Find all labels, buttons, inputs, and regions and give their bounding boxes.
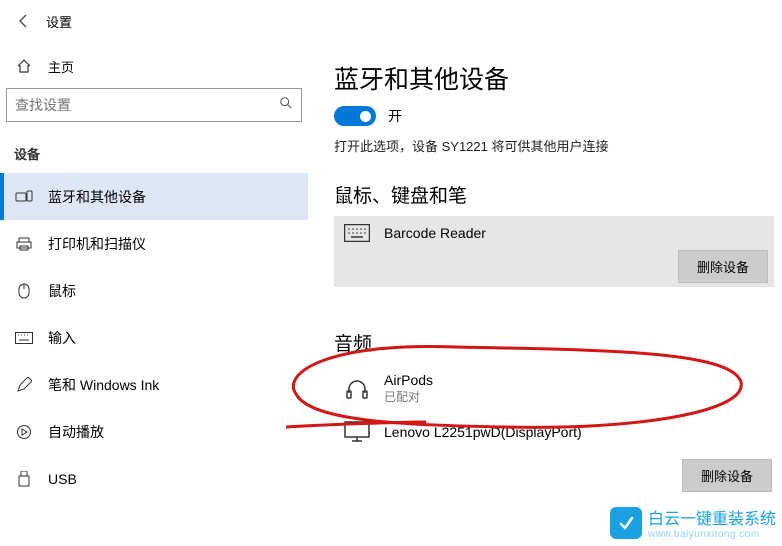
- sidebar-item-label: 输入: [48, 328, 76, 348]
- sidebar-item-label: 鼠标: [48, 281, 76, 301]
- bluetooth-desc: 打开此选项，设备 SY1221 将可供其他用户连接: [334, 136, 774, 155]
- main-content: 蓝牙和其他设备 开 打开此选项，设备 SY1221 将可供其他用户连接 鼠标、键…: [308, 42, 782, 546]
- sidebar-item-mouse[interactable]: 鼠标: [0, 267, 308, 314]
- page-title: 蓝牙和其他设备: [334, 60, 774, 96]
- sidebar-item-pen[interactable]: 笔和 Windows Ink: [0, 361, 308, 408]
- category-mouse-keyboard: 鼠标、键盘和笔: [334, 181, 774, 208]
- watermark: 白云一键重装系统 www.baiyunxitong.com: [610, 505, 776, 540]
- sidebar-item-usb[interactable]: USB: [0, 455, 308, 502]
- remove-device-button[interactable]: 删除设备: [678, 250, 768, 283]
- autoplay-icon: [14, 424, 34, 440]
- back-button[interactable]: [6, 3, 42, 39]
- sidebar-item-label: USB: [48, 471, 77, 487]
- device-item-monitor[interactable]: Lenovo L2251pwD(DisplayPort): [334, 413, 774, 451]
- sidebar-item-bluetooth[interactable]: 蓝牙和其他设备: [0, 173, 308, 220]
- category-audio: 音频: [334, 329, 774, 356]
- headphones-icon: [340, 377, 374, 401]
- sidebar-item-label: 蓝牙和其他设备: [48, 187, 146, 207]
- pen-icon: [14, 377, 34, 393]
- sidebar-home-label: 主页: [48, 57, 74, 76]
- sidebar-item-printers[interactable]: 打印机和扫描仪: [0, 220, 308, 267]
- device-item-airpods[interactable]: AirPods 已配对: [334, 364, 774, 413]
- search-input[interactable]: [15, 97, 279, 113]
- printer-icon: [14, 236, 34, 252]
- device-item-barcode[interactable]: Barcode Reader 删除设备: [334, 216, 774, 287]
- mouse-icon: [14, 283, 34, 299]
- device-name: Lenovo L2251pwD(DisplayPort): [384, 424, 582, 440]
- devices-icon: [14, 188, 34, 206]
- watermark-title: 白云一键重装系统: [648, 511, 776, 528]
- watermark-url: www.baiyunxitong.com: [648, 529, 776, 540]
- window-header: 设置: [0, 0, 782, 42]
- watermark-badge-icon: [610, 507, 642, 539]
- sidebar-section-label: 设备: [0, 132, 308, 173]
- sidebar-item-label: 自动播放: [48, 422, 104, 442]
- sidebar-home[interactable]: 主页: [0, 48, 308, 84]
- window-title: 设置: [46, 12, 72, 31]
- usb-icon: [14, 471, 34, 487]
- search-input-wrap[interactable]: [6, 88, 302, 122]
- monitor-icon: [340, 421, 374, 443]
- keyboard-icon: [14, 332, 34, 344]
- toggle-state-label: 开: [388, 106, 402, 126]
- device-name: Barcode Reader: [384, 225, 486, 241]
- sidebar-item-autoplay[interactable]: 自动播放: [0, 408, 308, 455]
- sidebar-item-label: 笔和 Windows Ink: [48, 375, 159, 395]
- sidebar-item-typing[interactable]: 输入: [0, 314, 308, 361]
- remove-device-button-2[interactable]: 删除设备: [682, 459, 772, 492]
- keyboard-icon: [340, 224, 374, 242]
- home-icon: [14, 58, 34, 74]
- sidebar-item-label: 打印机和扫描仪: [48, 234, 146, 254]
- search-icon: [279, 96, 293, 115]
- device-status: 已配对: [384, 388, 433, 405]
- device-name: AirPods: [384, 372, 433, 388]
- bluetooth-toggle[interactable]: [334, 106, 376, 126]
- sidebar: 主页 设备 蓝牙和其他设备 打印机和扫描仪 鼠标 输入 笔和 Windows: [0, 42, 308, 546]
